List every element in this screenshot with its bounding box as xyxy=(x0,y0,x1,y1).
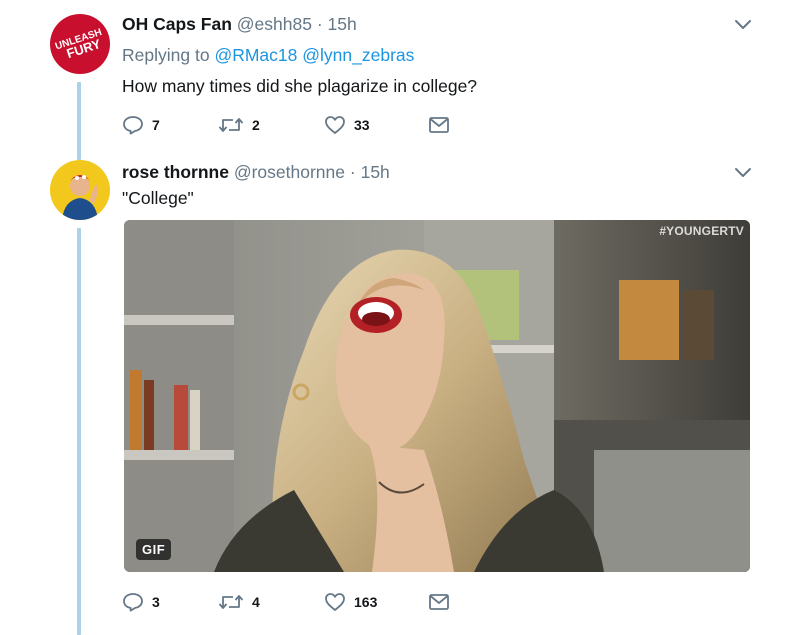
reply-count: 3 xyxy=(152,594,160,610)
user-handle[interactable]: @rosethornne xyxy=(234,162,345,182)
like-button[interactable]: 163 xyxy=(324,592,428,612)
timestamp[interactable]: 15h xyxy=(361,162,390,182)
display-name[interactable]: rose thornne xyxy=(122,162,229,182)
reply-button[interactable]: 7 xyxy=(122,115,218,135)
separator: · xyxy=(316,14,323,34)
direct-message-icon xyxy=(429,117,449,133)
avatar[interactable]: UNLEASH FURY xyxy=(50,14,110,74)
reply-icon xyxy=(123,116,143,135)
direct-message-button[interactable] xyxy=(428,593,450,611)
retweet-button[interactable]: 4 xyxy=(218,592,324,612)
chevron-down-icon[interactable] xyxy=(734,18,752,32)
reply-icon xyxy=(123,593,143,612)
reply-count: 7 xyxy=(152,117,160,133)
timestamp[interactable]: 15h xyxy=(328,14,357,34)
retweet-icon xyxy=(218,118,244,132)
mention-link[interactable]: @lynn_zebras xyxy=(302,45,414,65)
like-count: 163 xyxy=(354,594,378,610)
like-button[interactable]: 33 xyxy=(324,115,428,135)
avatar[interactable] xyxy=(50,160,110,220)
tweet[interactable]: rose thornne @rosethornne · 15h "College… xyxy=(122,160,800,612)
like-icon xyxy=(325,116,345,134)
gif-media[interactable]: #YOUNGERTV GIF xyxy=(124,220,750,572)
tweet[interactable]: OH Caps Fan @eshh85 · 15h Replying to @R… xyxy=(122,12,800,135)
reply-button[interactable]: 3 xyxy=(122,592,218,612)
direct-message-button[interactable] xyxy=(428,116,450,134)
retweet-count: 4 xyxy=(252,594,260,610)
thread-connector xyxy=(77,82,81,160)
gif-frame xyxy=(124,220,750,572)
mention-link[interactable]: @RMac18 xyxy=(214,45,297,65)
direct-message-icon xyxy=(429,594,449,610)
user-handle[interactable]: @eshh85 xyxy=(237,14,312,34)
retweet-button[interactable]: 2 xyxy=(218,115,324,135)
separator: · xyxy=(349,162,356,182)
replying-to: Replying to @RMac18 @lynn_zebras xyxy=(122,43,800,67)
retweet-count: 2 xyxy=(252,117,260,133)
replying-to-label: Replying to xyxy=(122,45,210,65)
like-icon xyxy=(325,593,345,611)
tweet-text: "College" xyxy=(122,188,194,208)
gif-badge: GIF xyxy=(136,539,172,560)
chevron-down-icon[interactable] xyxy=(734,166,752,180)
tweet-header: rose thornne @rosethornne · 15h xyxy=(122,160,800,184)
like-count: 33 xyxy=(354,117,370,133)
tweet-text: How many times did she plagarize in coll… xyxy=(122,76,478,96)
tweet-header: OH Caps Fan @eshh85 · 15h xyxy=(122,12,800,36)
thread-connector xyxy=(77,228,81,635)
retweet-icon xyxy=(218,595,244,609)
tweet-actions: 3 4 163 xyxy=(122,592,450,612)
tweet-actions: 7 2 33 xyxy=(122,115,450,135)
gif-watermark: #YOUNGERTV xyxy=(659,224,744,238)
display-name[interactable]: OH Caps Fan xyxy=(122,14,232,34)
